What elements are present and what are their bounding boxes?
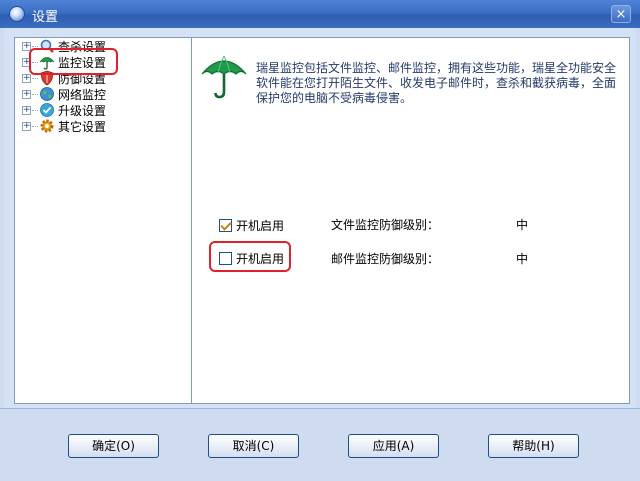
file-monitor-row: 开机启用 [219, 217, 284, 234]
settings-window: 设置 × + 查杀设置 + 监控设置 + 防御设置 + 网络监控 + 升级设置 … [0, 0, 640, 481]
close-button[interactable]: × [611, 5, 631, 23]
file-monitor-level-row: 中 [516, 216, 528, 233]
expand-icon[interactable]: + [22, 105, 31, 115]
monitor-description: 瑞星监控包括文件监控、邮件监控，拥有这些功能，瑞星全功能安全软件能在您打开陌生文… [256, 61, 617, 105]
cancel-button[interactable]: 取消(C) [208, 434, 299, 458]
tree-item-label: 升级设置 [58, 103, 107, 118]
tree-item-network[interactable]: + 网络监控 [22, 86, 107, 102]
tree-connector [32, 125, 38, 127]
file-monitor-level-label: 文件监控防御级别： [331, 218, 440, 232]
apply-button[interactable]: 应用(A) [348, 434, 439, 458]
file-monitor-autostart-checkbox[interactable] [219, 219, 232, 232]
highlight-annotation [209, 241, 291, 272]
mail-monitor-level-label: 邮件监控防御级别： [331, 252, 440, 266]
highlight-annotation [29, 48, 118, 75]
tree-connector [32, 77, 38, 79]
mail-monitor-level-label-row: 邮件监控防御级别： [331, 250, 439, 267]
app-shield-icon [9, 6, 25, 22]
file-monitor-level-value[interactable]: 中 [516, 216, 528, 233]
tree-item-update[interactable]: + 升级设置 [22, 102, 107, 118]
tree-item-other[interactable]: + 其它设置 [22, 118, 107, 134]
tree-connector [32, 93, 38, 95]
file-monitor-level-label-row: 文件监控防御级别： [331, 216, 439, 233]
mail-monitor-level-value[interactable]: 中 [516, 250, 528, 267]
tree-item-label: 网络监控 [58, 87, 107, 102]
apply-button-label: 应用(A) [372, 439, 415, 453]
ok-button[interactable]: 确定(O) [68, 434, 159, 458]
update-check-icon [39, 102, 55, 118]
tree-connector [32, 45, 38, 47]
window-title: 设置 [32, 10, 59, 25]
cancel-button-label: 取消(C) [232, 439, 275, 453]
file-monitor-autostart-label[interactable]: 开机启用 [236, 217, 284, 234]
expand-icon[interactable]: + [22, 73, 31, 83]
globe-icon [39, 86, 55, 102]
ok-button-label: 确定(O) [92, 439, 135, 453]
title-bar[interactable]: 设置 × [0, 0, 640, 28]
help-button-label: 帮助(H) [512, 439, 555, 453]
expand-icon[interactable]: + [22, 89, 31, 99]
tree-connector [32, 109, 38, 111]
gear-icon [39, 118, 55, 134]
help-button[interactable]: 帮助(H) [488, 434, 579, 458]
umbrella-icon [200, 52, 248, 100]
expand-icon[interactable]: + [22, 121, 31, 131]
tree-item-label: 其它设置 [58, 119, 107, 134]
mail-monitor-level-row: 中 [516, 250, 528, 267]
